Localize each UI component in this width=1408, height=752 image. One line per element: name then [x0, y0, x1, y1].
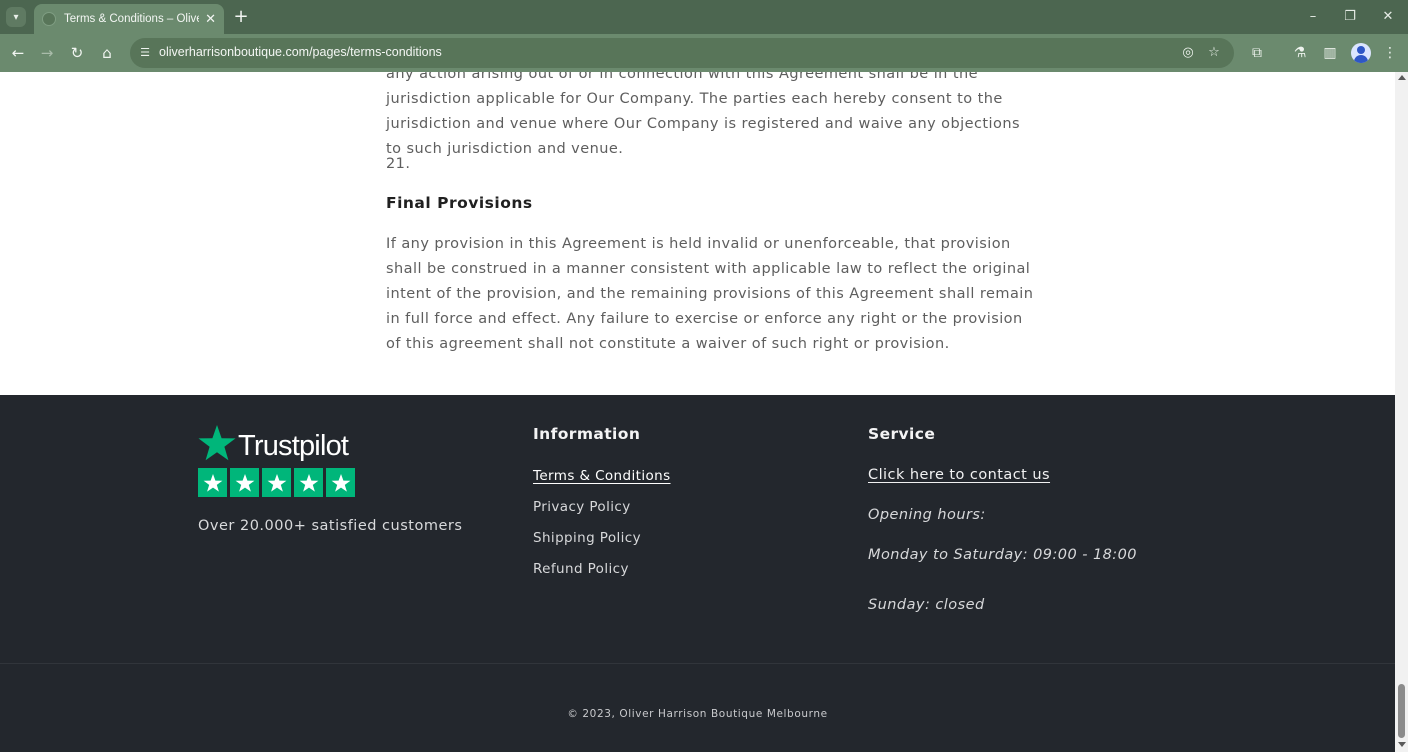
browser-tab-bar: ▾ Terms & Conditions – Oliver Harrison B…: [0, 0, 1408, 34]
eye-off-icon[interactable]: ◎: [1179, 44, 1197, 62]
site-info-icon[interactable]: ☰: [138, 46, 152, 60]
trustpilot-star-logo-icon: [198, 425, 236, 461]
terms-conditions-link[interactable]: Terms & Conditions: [533, 468, 671, 484]
home-button[interactable]: ⌂: [96, 42, 118, 64]
trustpilot-rating-stars: [198, 468, 355, 497]
home-icon: ⌂: [102, 44, 112, 62]
trustpilot-wordmark: Trustpilot: [238, 430, 349, 462]
extensions-icon[interactable]: ⧉: [1247, 43, 1267, 63]
forward-button[interactable]: →: [36, 42, 58, 64]
labs-flask-icon[interactable]: ⚗: [1290, 43, 1310, 63]
opening-hours-label: Opening hours:: [868, 507, 986, 523]
footer-divider: [0, 663, 1395, 664]
final-provisions-paragraph: If any provision in this Agreement is he…: [386, 236, 1034, 352]
back-button[interactable]: ←: [7, 42, 29, 64]
trustpilot-badge[interactable]: Trustpilot: [198, 424, 358, 500]
privacy-policy-link[interactable]: Privacy Policy: [533, 499, 631, 515]
copyright-text: © 2023, Oliver Harrison Boutique Melbour…: [567, 708, 828, 720]
weekday-hours-text: Monday to Saturday: 09:00 - 18:00: [868, 547, 1137, 563]
close-tab-icon[interactable]: ✕: [205, 12, 216, 27]
minimize-window-icon[interactable]: –: [1304, 8, 1322, 26]
reload-icon: ↻: [70, 44, 84, 62]
restore-window-icon[interactable]: ❐: [1341, 8, 1359, 26]
jurisdiction-paragraph: any action arising out of or in connecti…: [386, 72, 1021, 157]
active-tab[interactable]: Terms & Conditions – Oliver Harrison Bou…: [34, 4, 224, 34]
shipping-policy-link[interactable]: Shipping Policy: [533, 530, 641, 546]
service-heading: Service: [868, 425, 936, 443]
chevron-down-icon: ▾: [13, 11, 19, 23]
browser-toolbar: ← → ↻ ⌂ ☰ oliverharrisonboutique.com/pag…: [0, 34, 1408, 72]
section-number: 21.: [386, 156, 411, 172]
refund-policy-link[interactable]: Refund Policy: [533, 561, 629, 577]
url-text[interactable]: oliverharrisonboutique.com/pages/terms-c…: [159, 45, 442, 59]
site-footer: Trustpilot Over 20.000+ satisfied custom…: [0, 395, 1395, 752]
scroll-down-arrow-icon[interactable]: [1398, 742, 1406, 747]
rating-star-icon: [198, 468, 227, 497]
rating-star-icon: [262, 468, 291, 497]
address-bar[interactable]: ☰ oliverharrisonboutique.com/pages/terms…: [130, 38, 1234, 68]
sunday-hours-text: Sunday: closed: [868, 597, 985, 613]
bookmark-star-icon[interactable]: ☆: [1205, 44, 1223, 62]
tab-list-button[interactable]: ▾: [6, 7, 26, 27]
profile-avatar-icon[interactable]: [1351, 43, 1371, 63]
arrow-left-icon: ←: [11, 44, 25, 62]
scroll-up-arrow-icon[interactable]: [1398, 75, 1406, 80]
section-title: Final Provisions: [386, 194, 533, 212]
new-tab-button[interactable]: +: [232, 7, 250, 27]
close-window-icon[interactable]: ✕: [1379, 8, 1397, 26]
rating-star-icon: [230, 468, 259, 497]
arrow-right-icon: →: [40, 44, 54, 62]
rating-star-icon: [294, 468, 323, 497]
information-heading: Information: [533, 425, 641, 443]
scrollbar-thumb[interactable]: [1398, 684, 1405, 738]
page-scrollbar[interactable]: [1395, 72, 1408, 752]
site-favicon-icon: [42, 12, 56, 26]
rating-star-icon: [326, 468, 355, 497]
reload-button[interactable]: ↻: [66, 42, 88, 64]
side-panel-icon[interactable]: ▥: [1320, 43, 1340, 63]
kebab-menu-icon[interactable]: ⋮: [1380, 43, 1400, 63]
tab-title: Terms & Conditions – Oliver Harrison Bou…: [64, 13, 199, 25]
contact-us-link[interactable]: Click here to contact us: [868, 467, 1050, 483]
page-viewport: any action arising out of or in connecti…: [0, 72, 1395, 752]
satisfied-customers-text: Over 20.000+ satisfied customers: [198, 518, 463, 534]
